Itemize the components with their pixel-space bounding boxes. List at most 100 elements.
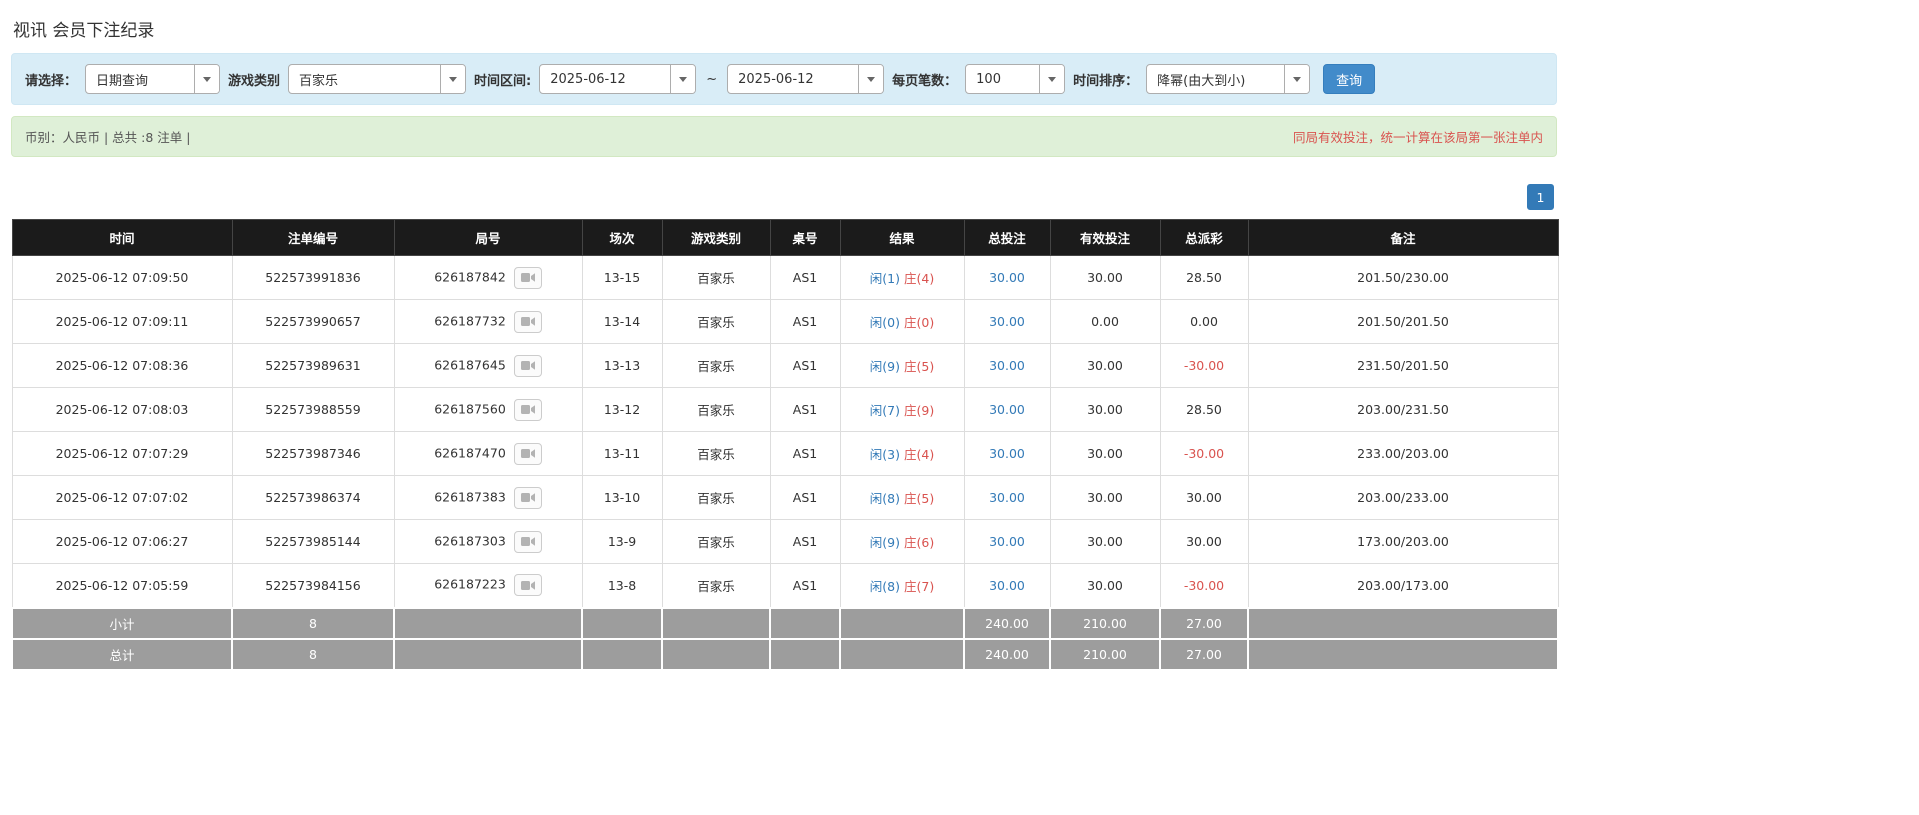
cell-session: 13-8: [582, 564, 662, 608]
cell-session: 13-14: [582, 300, 662, 344]
video-icon: [521, 360, 535, 371]
video-replay-button[interactable]: [514, 267, 542, 289]
total-bet-link[interactable]: 30.00: [989, 314, 1025, 329]
cell-game-type: 百家乐: [662, 300, 770, 344]
column-header: 总派彩: [1160, 220, 1248, 256]
video-icon: [521, 316, 535, 327]
round-id-text: 626187645: [434, 357, 506, 372]
summary-bar: 币别：人民币 | 总共 :8 注单 | 同局有效投注，统一计算在该局第一张注单内: [11, 116, 1557, 157]
cell-note: 203.00/233.00: [1248, 476, 1558, 520]
video-replay-button[interactable]: [514, 531, 542, 553]
result-banker: 庄(6): [904, 535, 934, 550]
result-player: 闲(9): [870, 359, 900, 374]
chevron-down-icon: [440, 65, 465, 93]
table-row: 2025-06-12 07:09:50522573991836626187842…: [12, 256, 1558, 300]
cell-time: 2025-06-12 07:07:02: [12, 476, 232, 520]
cell-payout: -30.00: [1160, 344, 1248, 388]
table-row: 2025-06-12 07:09:11522573990657626187732…: [12, 300, 1558, 344]
cell-game-type: 百家乐: [662, 344, 770, 388]
chevron-down-icon: [670, 65, 695, 93]
video-icon: [521, 448, 535, 459]
sort-select[interactable]: 降幂(由大到小): [1146, 64, 1310, 94]
total-bet-link[interactable]: 30.00: [989, 402, 1025, 417]
date-separator: ~: [704, 72, 719, 87]
subtotal-empty-cell: [770, 608, 840, 639]
column-header: 备注: [1248, 220, 1558, 256]
cell-bet-id: 522573987346: [232, 432, 394, 476]
video-replay-button[interactable]: [514, 399, 542, 421]
date-to-select[interactable]: 2025-06-12: [727, 64, 884, 94]
column-header: 局号: [394, 220, 582, 256]
cell-table-no: AS1: [770, 344, 840, 388]
total-bet-link[interactable]: 30.00: [989, 270, 1025, 285]
video-replay-button[interactable]: [514, 311, 542, 333]
total-count: 8: [232, 639, 394, 670]
total-bet-link[interactable]: 30.00: [989, 534, 1025, 549]
cell-game-type: 百家乐: [662, 388, 770, 432]
table-row: 2025-06-12 07:05:59522573984156626187223…: [12, 564, 1558, 608]
cell-table-no: AS1: [770, 388, 840, 432]
page-container: 视讯 会员下注纪录 请选择： 日期查询 游戏类别 百家乐 时间区间: 2025-…: [11, 6, 1557, 671]
total-empty-cell: [662, 639, 770, 670]
chevron-down-icon: [1284, 65, 1309, 93]
cell-bet-id: 522573989631: [232, 344, 394, 388]
video-replay-button[interactable]: [514, 487, 542, 509]
result-banker: 庄(4): [904, 447, 934, 462]
cell-payout: 28.50: [1160, 256, 1248, 300]
column-header: 桌号: [770, 220, 840, 256]
total-bet-link[interactable]: 30.00: [989, 578, 1025, 593]
date-from-select[interactable]: 2025-06-12: [539, 64, 696, 94]
cell-time: 2025-06-12 07:07:29: [12, 432, 232, 476]
video-replay-button[interactable]: [514, 574, 542, 596]
video-icon: [521, 272, 535, 283]
query-type-select[interactable]: 日期查询: [85, 64, 220, 94]
cell-payout: -30.00: [1160, 432, 1248, 476]
result-player: 闲(3): [870, 447, 900, 462]
cell-table-no: AS1: [770, 520, 840, 564]
total-bet-link[interactable]: 30.00: [989, 358, 1025, 373]
date-to-value: 2025-06-12: [728, 65, 858, 93]
cell-valid-bet: 30.00: [1050, 256, 1160, 300]
cell-payout: 30.00: [1160, 476, 1248, 520]
video-icon: [521, 536, 535, 547]
cell-game-type: 百家乐: [662, 564, 770, 608]
round-id-text: 626187842: [434, 269, 506, 284]
page-button-1[interactable]: 1: [1527, 184, 1554, 210]
result-player: 闲(7): [870, 403, 900, 418]
column-header: 时间: [12, 220, 232, 256]
total-bet-link[interactable]: 30.00: [989, 490, 1025, 505]
cell-note: 233.00/203.00: [1248, 432, 1558, 476]
round-id-text: 626187303: [434, 533, 506, 548]
game-type-select[interactable]: 百家乐: [288, 64, 466, 94]
video-icon: [521, 404, 535, 415]
page-size-label: 每页笔数：: [892, 70, 957, 89]
cell-time: 2025-06-12 07:05:59: [12, 564, 232, 608]
search-button[interactable]: 查询: [1323, 64, 1375, 94]
query-type-label: 请选择：: [25, 70, 77, 89]
cell-game-type: 百家乐: [662, 520, 770, 564]
total-empty-cell: [840, 639, 964, 670]
cell-note: 173.00/203.00: [1248, 520, 1558, 564]
records-table: 时间注单编号局号场次游戏类别桌号结果总投注有效投注总派彩备注 2025-06-1…: [11, 219, 1559, 671]
subtotal-count: 8: [232, 608, 394, 639]
table-row: 2025-06-12 07:07:02522573986374626187383…: [12, 476, 1558, 520]
cell-session: 13-15: [582, 256, 662, 300]
query-type-value: 日期查询: [86, 65, 194, 93]
cell-total-bet: 30.00: [964, 476, 1050, 520]
video-replay-button[interactable]: [514, 443, 542, 465]
cell-payout: 28.50: [1160, 388, 1248, 432]
cell-valid-bet: 0.00: [1050, 300, 1160, 344]
round-id-text: 626187732: [434, 313, 506, 328]
cell-session: 13-12: [582, 388, 662, 432]
page-size-select[interactable]: 100: [965, 64, 1065, 94]
cell-total-bet: 30.00: [964, 388, 1050, 432]
currency-summary-text: 币别：人民币 | 总共 :8 注单 |: [25, 127, 190, 146]
date-range-label: 时间区间:: [474, 70, 531, 89]
result-banker: 庄(4): [904, 271, 934, 286]
total-bet-link[interactable]: 30.00: [989, 446, 1025, 461]
table-row: 2025-06-12 07:07:29522573987346626187470…: [12, 432, 1558, 476]
cell-note: 231.50/201.50: [1248, 344, 1558, 388]
cell-table-no: AS1: [770, 256, 840, 300]
video-replay-button[interactable]: [514, 355, 542, 377]
round-id-text: 626187223: [434, 577, 506, 592]
